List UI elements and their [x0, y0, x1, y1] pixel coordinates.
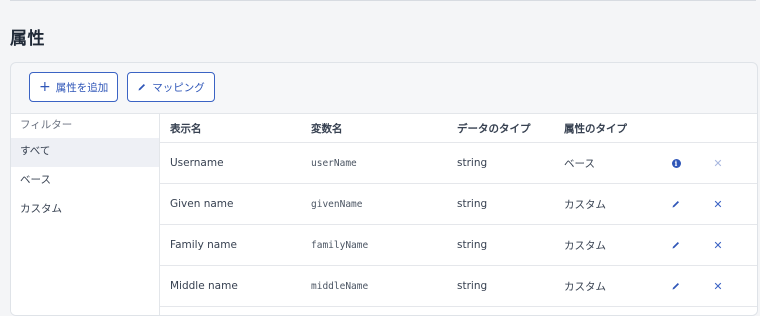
- attribute-type-cell: カスタム: [564, 198, 606, 211]
- column-header-display-name: 表示名: [170, 122, 202, 135]
- table-row: Given name givenName string カスタム ✕: [160, 184, 757, 225]
- pencil-icon[interactable]: [669, 238, 683, 252]
- add-attribute-label: 属性を追加: [55, 81, 109, 94]
- attribute-type-cell: カスタム: [564, 239, 606, 252]
- attributes-panel: + 属性を追加 マッピング フィルター すべて ベース カスタム 表示名 変数名…: [10, 62, 758, 316]
- top-divider: [10, 0, 756, 1]
- pencil-icon[interactable]: [669, 279, 683, 293]
- section-title: 属性: [10, 29, 45, 49]
- variable-name-cell: givenName: [311, 198, 363, 210]
- close-icon[interactable]: ✕: [711, 197, 725, 211]
- column-header-data-type: データのタイプ: [457, 122, 531, 135]
- data-type-cell: string: [457, 198, 488, 210]
- table-header-row: 表示名 変数名 データのタイプ 属性のタイプ: [160, 114, 757, 143]
- info-icon[interactable]: i: [669, 156, 683, 170]
- close-icon[interactable]: ✕: [711, 238, 725, 252]
- plus-icon: +: [39, 78, 51, 95]
- variable-name-cell: middleName: [311, 280, 369, 292]
- data-type-cell: string: [457, 239, 488, 251]
- mapping-button[interactable]: マッピング: [127, 72, 215, 102]
- data-type-cell: string: [457, 157, 488, 169]
- column-header-variable-name: 変数名: [311, 122, 343, 135]
- display-name-cell: Family name: [170, 239, 237, 251]
- data-type-cell: string: [457, 280, 488, 292]
- add-attribute-button[interactable]: + 属性を追加: [29, 72, 119, 102]
- column-header-attribute-type: 属性のタイプ: [564, 122, 627, 135]
- attribute-type-cell: カスタム: [564, 280, 606, 293]
- content-area: フィルター すべて ベース カスタム 表示名 変数名 データのタイプ 属性のタイ…: [11, 113, 757, 315]
- table-row: Middle name middleName string カスタム ✕: [160, 266, 757, 307]
- sidebar-item-base[interactable]: ベース: [11, 167, 159, 196]
- table-row: Username userName string ベース i ✕: [160, 143, 757, 184]
- close-icon: ✕: [713, 156, 723, 170]
- pencil-icon[interactable]: [669, 197, 683, 211]
- pencil-icon: [137, 82, 147, 92]
- display-name-cell: Middle name: [170, 280, 238, 292]
- display-name-cell: Given name: [170, 198, 234, 210]
- filter-sidebar: フィルター すべて ベース カスタム: [11, 114, 160, 315]
- display-name-cell: Username: [170, 157, 224, 169]
- sidebar-item-custom[interactable]: カスタム: [11, 196, 159, 225]
- variable-name-cell: userName: [311, 157, 357, 169]
- mapping-label: マッピング: [152, 81, 205, 94]
- attributes-table: 表示名 変数名 データのタイプ 属性のタイプ Username userName…: [160, 114, 757, 315]
- sidebar-item-all[interactable]: すべて: [11, 138, 159, 167]
- toolbar: + 属性を追加 マッピング: [29, 72, 215, 104]
- filter-header: フィルター: [20, 119, 73, 131]
- close-icon[interactable]: ✕: [711, 279, 725, 293]
- attribute-type-cell: ベース: [564, 157, 595, 170]
- table-row: Family name familyName string カスタム ✕: [160, 225, 757, 266]
- variable-name-cell: familyName: [311, 239, 369, 251]
